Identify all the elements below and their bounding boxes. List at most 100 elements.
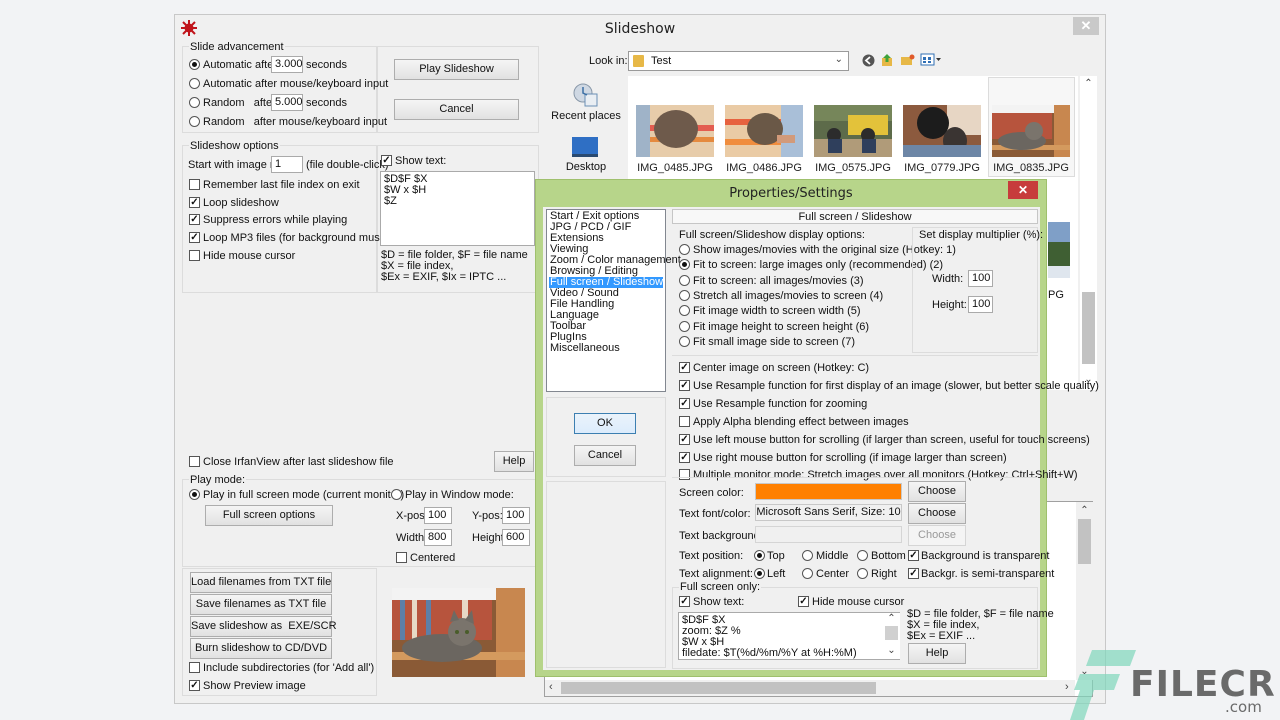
display-option-label: Fit to screen: all images/movies (3): [693, 274, 864, 287]
view-menu-icon[interactable]: [920, 53, 942, 67]
info-hscrollbar[interactable]: ‹ ›: [545, 680, 1075, 696]
show-text-checkbox[interactable]: ✓: [381, 155, 392, 166]
radio-window-mode[interactable]: [391, 489, 402, 500]
show-text-textarea[interactable]: $D$F $X $W x $H $Z: [380, 171, 535, 246]
up-folder-icon[interactable]: [880, 53, 894, 67]
hide-cursor-checkbox[interactable]: [189, 250, 200, 261]
save-txt-button[interactable]: Save filenames as TXT file: [190, 594, 332, 615]
display-option-radio[interactable]: [679, 244, 690, 255]
random-seconds-input[interactable]: 5.000: [271, 94, 303, 111]
dialog-cancel-button[interactable]: Cancel: [574, 445, 636, 466]
radio-align-right[interactable]: [857, 568, 868, 579]
back-icon[interactable]: [862, 54, 875, 67]
fs-text-scrollbar[interactable]: ⌃ ⌄: [883, 613, 900, 659]
option-checkbox[interactable]: ✓: [679, 433, 690, 445]
multiplier-group: [912, 227, 1038, 353]
scrollbar-thumb[interactable]: [1078, 519, 1091, 564]
scroll-right-icon[interactable]: ›: [1065, 681, 1069, 693]
xpos-input[interactable]: 100: [424, 507, 452, 524]
scroll-left-icon[interactable]: ‹: [549, 681, 553, 693]
remember-index-checkbox[interactable]: [189, 179, 200, 190]
text-bg-choose-button[interactable]: Choose: [908, 525, 966, 546]
include-subdirs-checkbox[interactable]: [189, 662, 200, 673]
mult-height-input[interactable]: 100: [968, 296, 993, 313]
display-option-radio[interactable]: [679, 289, 690, 301]
option-checkbox[interactable]: ✓: [679, 451, 690, 463]
full-screen-options-button[interactable]: Full screen options: [205, 505, 333, 526]
new-folder-icon[interactable]: [900, 53, 915, 67]
thumbnail-img-0485[interactable]: [636, 105, 714, 157]
thumbnail-img-0486[interactable]: [725, 105, 803, 157]
scrollbar-thumb[interactable]: [1082, 292, 1095, 364]
radio-random-input[interactable]: [189, 116, 200, 127]
scroll-up-icon[interactable]: ⌃: [1080, 78, 1097, 89]
category-list[interactable]: Start / Exit options JPG / PCD / GIF Exten…: [546, 209, 681, 392]
dialog-close-button[interactable]: ✕: [1008, 181, 1038, 199]
option-checkbox[interactable]: ✓: [679, 362, 690, 373]
scrollbar-thumb[interactable]: [885, 626, 898, 640]
scroll-up-icon[interactable]: ⌃: [883, 613, 900, 624]
show-preview-label: Show Preview image: [203, 680, 306, 692]
help-button[interactable]: Help: [494, 451, 534, 472]
close-after-checkbox[interactable]: [189, 456, 200, 467]
window-close-button[interactable]: ✕: [1073, 17, 1099, 35]
scroll-down-icon[interactable]: ⌄: [883, 645, 900, 656]
display-option-radio[interactable]: [679, 335, 690, 347]
option-checkbox[interactable]: ✓: [679, 397, 690, 409]
automatic-seconds-input[interactable]: 3.000: [271, 56, 303, 73]
fs-show-text-checkbox[interactable]: ✓: [679, 596, 690, 607]
display-option-radio[interactable]: [679, 320, 690, 332]
position-middle-label: Middle: [816, 550, 849, 562]
look-in-dropdown[interactable]: Test ⌄: [628, 51, 849, 71]
scrollbar-thumb[interactable]: [561, 682, 876, 694]
option-checkbox[interactable]: [679, 415, 690, 427]
radio-position-bottom[interactable]: [857, 550, 868, 561]
start-image-input[interactable]: 1: [271, 156, 303, 173]
bg-semi-checkbox[interactable]: ✓: [908, 568, 919, 579]
radio-position-middle[interactable]: [802, 550, 813, 561]
thumbnail-img-0779[interactable]: [903, 105, 981, 157]
bg-transparent-checkbox[interactable]: ✓: [908, 550, 919, 561]
fs-help-button[interactable]: Help: [908, 643, 966, 664]
height-input[interactable]: 600: [502, 529, 530, 546]
radio-random-after-label: Random after: [203, 97, 276, 109]
radio-automatic-after[interactable]: [189, 59, 200, 70]
radio-align-center[interactable]: [802, 568, 813, 579]
fs-hide-cursor-checkbox[interactable]: ✓: [798, 596, 809, 607]
scroll-up-icon[interactable]: ⌃: [1076, 505, 1093, 516]
screen-color-swatch[interactable]: [755, 483, 902, 500]
load-txt-button[interactable]: Load filenames from TXT file: [190, 572, 332, 593]
burn-cd-button[interactable]: Burn slideshow to CD/DVD: [190, 638, 332, 659]
thumbnail-partial[interactable]: [1048, 222, 1070, 278]
thumbnail-img-0835[interactable]: [992, 105, 1070, 157]
save-exe-button[interactable]: Save slideshow as EXE/SCR: [190, 616, 337, 637]
screen-color-choose-button[interactable]: Choose: [908, 481, 966, 502]
display-option-radio[interactable]: [679, 274, 690, 286]
thumbnail-img-0575[interactable]: [814, 105, 892, 157]
radio-align-left[interactable]: [754, 568, 765, 579]
centered-checkbox[interactable]: [396, 552, 407, 563]
ypos-input[interactable]: 100: [502, 507, 530, 524]
cancel-button[interactable]: Cancel: [394, 99, 519, 120]
category-item[interactable]: Miscellaneous: [549, 343, 663, 354]
place-desktop[interactable]: Desktop: [550, 134, 622, 178]
loop-mp3-checkbox[interactable]: ✓: [189, 232, 200, 243]
file-list-scrollbar[interactable]: ⌃ ⌄: [1080, 76, 1097, 390]
option-checkbox[interactable]: ✓: [679, 379, 690, 391]
width-input[interactable]: 800: [424, 529, 452, 546]
radio-fullscreen-mode[interactable]: [189, 489, 200, 500]
mult-width-input[interactable]: 100: [968, 270, 993, 287]
option-checkbox[interactable]: [679, 469, 690, 481]
place-recent[interactable]: Recent places: [550, 80, 622, 124]
radio-position-top[interactable]: [754, 550, 765, 561]
fs-text-textarea[interactable]: $D$F $X zoom: $Z % $W x $H filedate: $T(…: [678, 612, 900, 660]
suppress-errors-checkbox[interactable]: ✓: [189, 214, 200, 225]
play-slideshow-button[interactable]: Play Slideshow: [394, 59, 519, 80]
radio-random-input-label: Random after mouse/keyboard input: [203, 116, 388, 128]
radio-automatic-input[interactable]: [189, 78, 200, 89]
radio-random-after[interactable]: [189, 97, 200, 108]
ok-button[interactable]: OK: [574, 413, 636, 434]
show-preview-checkbox[interactable]: ✓: [189, 680, 200, 691]
loop-slideshow-checkbox[interactable]: ✓: [189, 197, 200, 208]
text-font-choose-button[interactable]: Choose: [908, 503, 966, 524]
